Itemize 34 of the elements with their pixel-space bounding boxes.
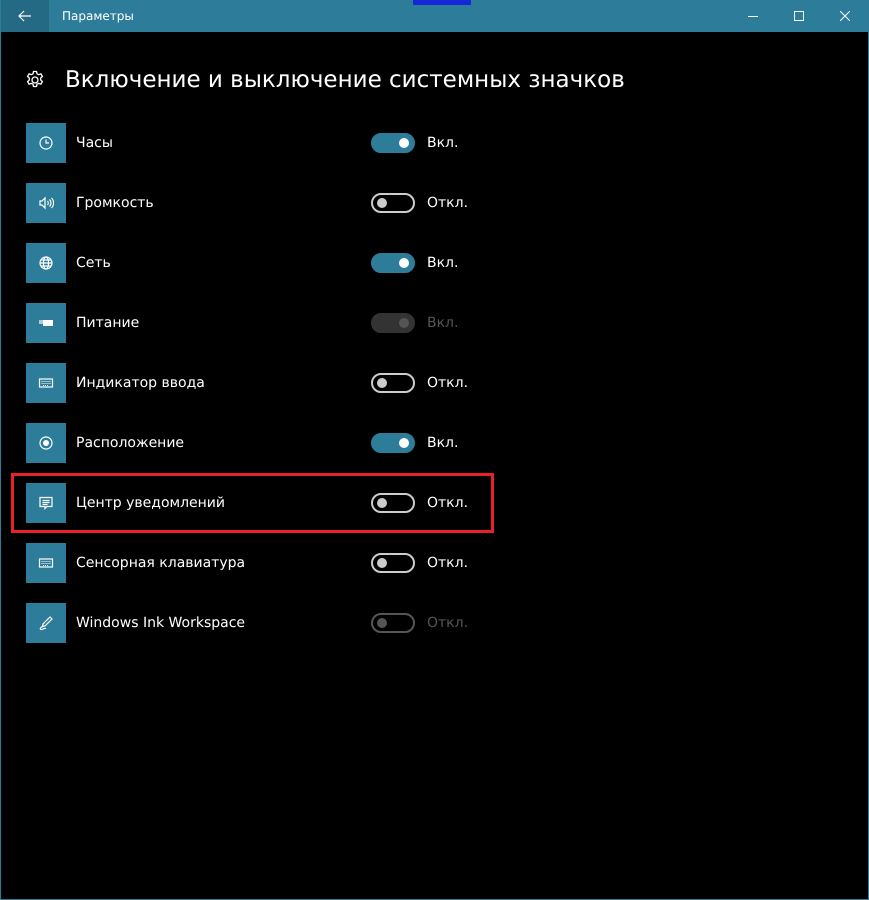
setting-label: Сенсорная клавиатура [76, 555, 246, 571]
toggle-status: Вкл. [427, 315, 458, 331]
setting-label: Windows Ink Workspace [76, 615, 246, 631]
speaker-icon [38, 195, 54, 211]
location-icon [38, 435, 54, 451]
toggle-switch[interactable] [371, 433, 415, 453]
setting-label: Сеть [76, 255, 112, 271]
toggle-switch[interactable] [371, 253, 415, 273]
toggle-status: Откл. [427, 495, 468, 511]
top-marker [413, 0, 471, 5]
setting-label: Индикатор ввода [76, 375, 206, 391]
pen-icon [38, 615, 54, 631]
back-arrow-icon [18, 10, 32, 22]
toggle-status: Откл. [427, 375, 468, 391]
maximize-icon [794, 11, 804, 21]
toggle-status: Откл. [427, 555, 468, 571]
setting-label: Громкость [76, 195, 155, 211]
clock-icon [38, 135, 54, 151]
setting-label: Питание [76, 315, 140, 331]
close-icon [840, 11, 850, 21]
message-icon [38, 495, 54, 511]
toggle-status: Вкл. [427, 135, 458, 151]
window-title: Параметры [62, 9, 135, 23]
setting-label: Расположение [76, 435, 186, 451]
globe-icon [38, 255, 54, 271]
toggle-status: Вкл. [427, 255, 458, 271]
setting-label: Часы [76, 135, 114, 151]
toggle-status: Вкл. [427, 435, 458, 451]
toggle-switch[interactable] [371, 133, 415, 153]
page-title: Включение и выключение системных значков [65, 67, 625, 93]
settings-icon [25, 70, 45, 90]
toggle-status: Откл. [427, 615, 468, 631]
setting-label: Центр уведомлений [76, 495, 226, 511]
toggle-status: Откл. [427, 195, 468, 211]
